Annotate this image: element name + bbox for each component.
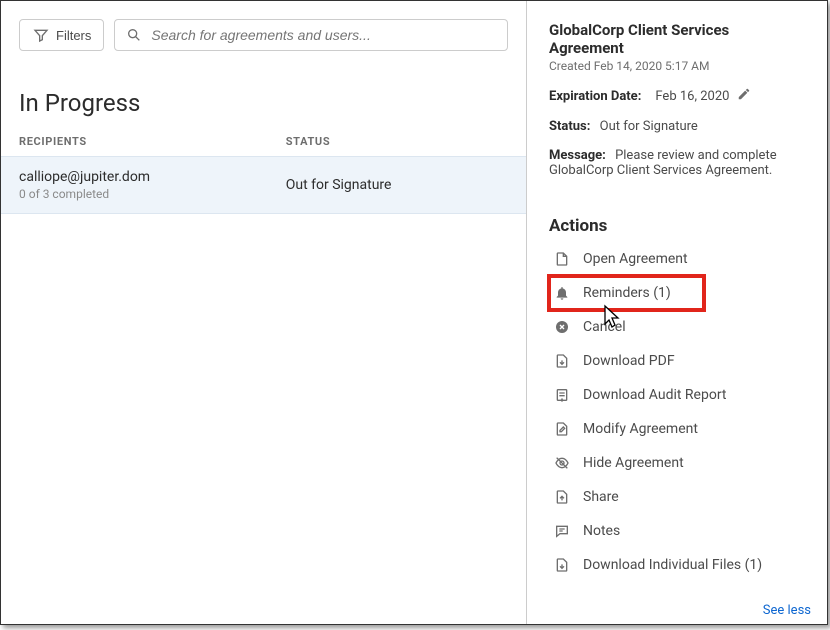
action-label: Download Individual Files (1)	[583, 557, 762, 573]
action-download-individual[interactable]: Download Individual Files (1)	[549, 548, 805, 582]
search-wrap[interactable]	[114, 19, 508, 51]
recipient-progress: 0 of 3 completed	[19, 187, 286, 201]
filters-button[interactable]: Filters	[19, 19, 104, 51]
expiration-value: Feb 16, 2020	[655, 89, 729, 104]
download-audit-icon	[553, 386, 571, 404]
status-label: Status:	[549, 119, 590, 134]
filter-icon	[32, 26, 50, 44]
filters-label: Filters	[56, 28, 91, 43]
modify-icon	[553, 420, 571, 438]
expiration-row: Expiration Date: Feb 16, 2020	[549, 87, 805, 105]
action-open-agreement[interactable]: Open Agreement	[549, 242, 805, 276]
row-status: Out for Signature	[286, 177, 392, 193]
action-download-audit[interactable]: Download Audit Report	[549, 378, 805, 412]
action-cancel[interactable]: Cancel	[549, 310, 805, 344]
created-line: Created Feb 14, 2020 5:17 AM	[549, 59, 805, 73]
message-label: Message:	[549, 148, 606, 163]
message-row: Message: Please review and complete Glob…	[549, 148, 805, 178]
recipient-email: calliope@jupiter.dom	[19, 169, 286, 185]
search-icon	[125, 26, 143, 44]
actions-title: Actions	[549, 216, 805, 236]
action-label: Hide Agreement	[583, 455, 684, 471]
download-files-icon	[553, 556, 571, 574]
expiration-label: Expiration Date:	[549, 89, 641, 104]
table-header: RECIPIENTS STATUS	[1, 127, 526, 156]
header-recipients: RECIPIENTS	[19, 135, 286, 148]
section-title: In Progress	[1, 61, 526, 127]
download-pdf-icon	[553, 352, 571, 370]
top-bar: Filters	[1, 1, 526, 61]
search-input[interactable]	[151, 27, 497, 43]
action-label: Notes	[583, 523, 620, 539]
status-row: Status: Out for Signature	[549, 119, 805, 134]
action-label: Reminders (1)	[583, 285, 671, 301]
table-row[interactable]: calliope@jupiter.dom 0 of 3 completed Ou…	[1, 156, 526, 214]
action-download-pdf[interactable]: Download PDF	[549, 344, 805, 378]
action-label: Open Agreement	[583, 251, 688, 267]
see-less-link[interactable]: See less	[763, 603, 811, 618]
bell-icon	[553, 284, 571, 302]
action-label: Cancel	[583, 319, 626, 335]
document-icon	[553, 250, 571, 268]
action-notes[interactable]: Notes	[549, 514, 805, 548]
action-label: Download Audit Report	[583, 387, 727, 403]
status-value: Out for Signature	[600, 119, 698, 134]
notes-icon	[553, 522, 571, 540]
action-modify-agreement[interactable]: Modify Agreement	[549, 412, 805, 446]
header-status: STATUS	[286, 135, 508, 148]
cancel-icon	[553, 318, 571, 336]
action-hide-agreement[interactable]: Hide Agreement	[549, 446, 805, 480]
hide-icon	[553, 454, 571, 472]
share-icon	[553, 488, 571, 506]
agreement-title: GlobalCorp Client Services Agreement	[549, 21, 805, 57]
details-pane: GlobalCorp Client Services Agreement Cre…	[527, 1, 827, 624]
action-label: Download PDF	[583, 353, 675, 369]
left-pane: Filters In Progress RECIPIENTS STATUS ca…	[1, 1, 527, 624]
edit-expiration-icon[interactable]	[737, 87, 751, 105]
action-label: Share	[583, 489, 619, 505]
action-reminders[interactable]: Reminders (1)	[549, 276, 704, 310]
action-label: Modify Agreement	[583, 421, 698, 437]
action-share[interactable]: Share	[549, 480, 805, 514]
